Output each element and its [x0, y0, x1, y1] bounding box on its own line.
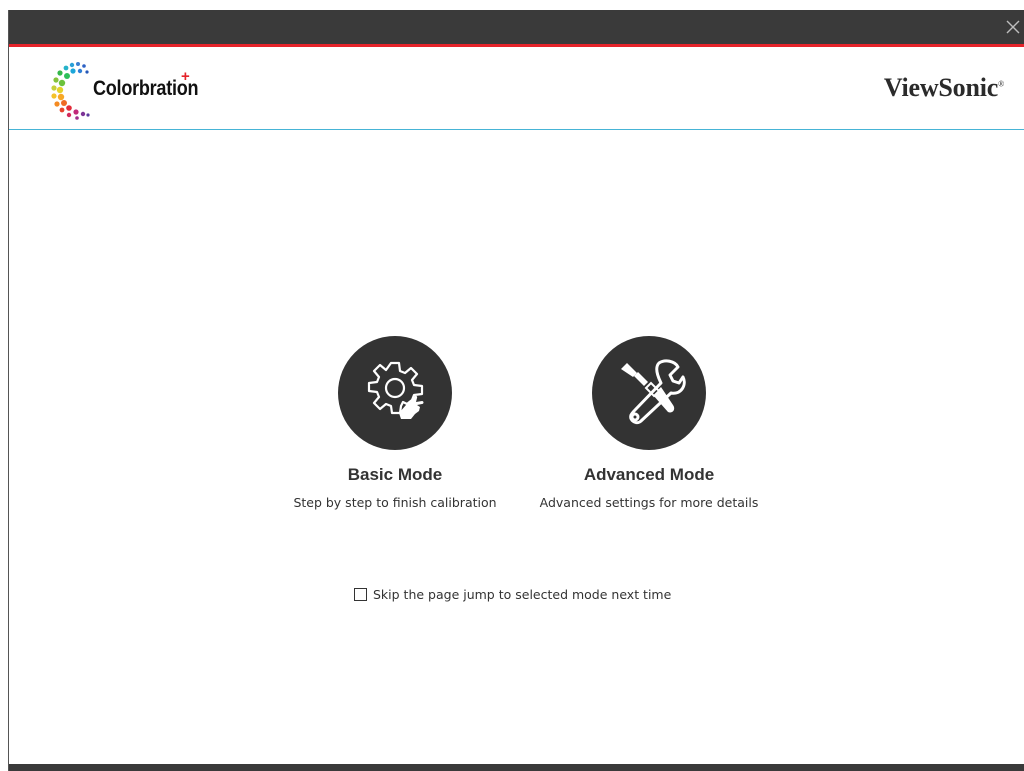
close-icon — [1006, 20, 1020, 34]
viewsonic-brand: ViewSonic® — [884, 73, 1004, 103]
basic-mode-description: Step by step to finish calibration — [293, 495, 497, 510]
advanced-mode-title[interactable]: Advanced Mode — [528, 465, 770, 485]
title-bar[interactable] — [9, 10, 1024, 44]
colorbration-logo-icon — [51, 62, 90, 120]
advanced-mode-button[interactable]: Advanced Mode Advanced settings for more… — [528, 336, 770, 510]
gear-hand-icon — [367, 361, 424, 419]
skip-checkbox[interactable] — [354, 588, 367, 601]
wrench-screwdriver-icon — [621, 359, 686, 425]
skip-option[interactable]: Skip the page jump to selected mode next… — [354, 587, 671, 602]
advanced-mode-description: Advanced settings for more details — [539, 495, 759, 510]
logo-plus: + — [181, 68, 190, 85]
skip-label[interactable]: Skip the page jump to selected mode next… — [373, 587, 671, 602]
header-divider — [9, 129, 1024, 130]
brand-registered-mark: ® — [998, 79, 1004, 89]
close-button[interactable] — [1000, 10, 1024, 44]
advanced-mode-icon-circle[interactable] — [592, 336, 706, 450]
brand-name: ViewSonic — [883, 73, 999, 102]
basic-mode-title[interactable]: Basic Mode — [282, 465, 508, 485]
basic-mode-button[interactable]: Basic Mode Step by step to finish calibr… — [282, 336, 508, 510]
app-window: Colorbration + ViewSonic® Basic Mode Ste… — [0, 0, 1024, 771]
app-logo: Colorbration + — [50, 60, 215, 120]
basic-mode-icon-circle[interactable] — [338, 336, 452, 450]
bottom-bar — [9, 764, 1024, 771]
